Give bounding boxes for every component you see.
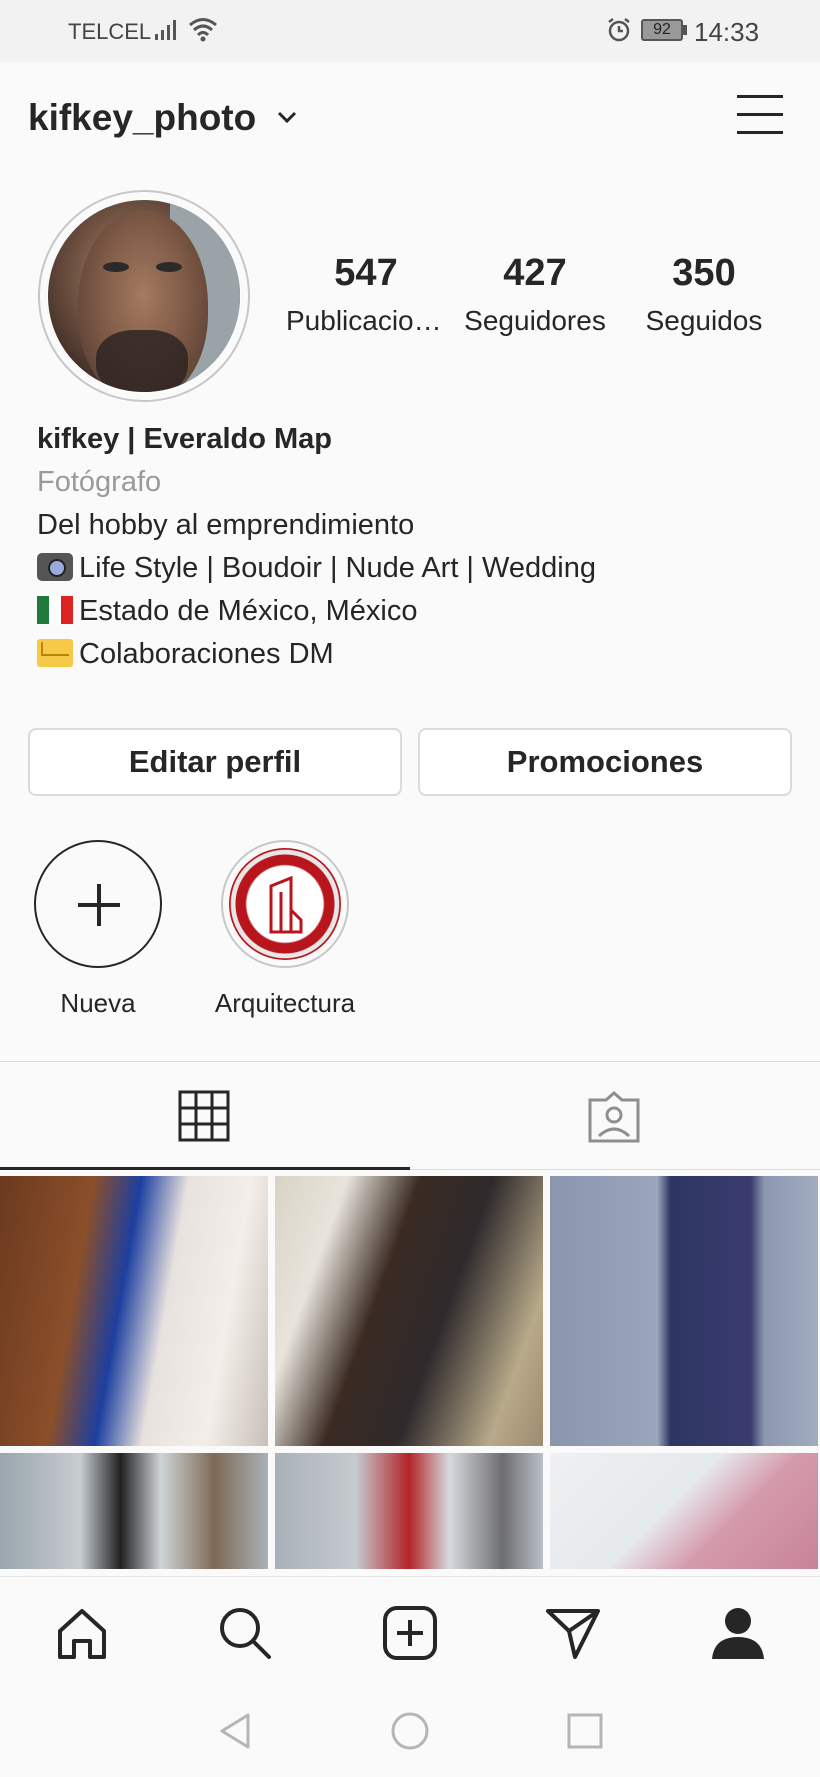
photo-thumbnail[interactable] <box>550 1176 818 1446</box>
posts-count: 547 <box>334 252 398 294</box>
status-time: 14:33 <box>694 17 760 47</box>
status-bar: TELCEL 92 14:33 <box>0 0 820 62</box>
photo-thumbnail[interactable] <box>0 1453 268 1569</box>
bio-line-text: Life Style | Boudoir | Nude Art | Weddin… <box>79 552 596 584</box>
bio-line-text: Colaboraciones DM <box>79 638 334 670</box>
highlight-new[interactable]: Nueva <box>18 840 178 1019</box>
bio-line: Estado de México, México <box>37 590 797 633</box>
tagged-photos-icon[interactable] <box>586 1090 642 1144</box>
stat-following[interactable]: 350 Seguidos <box>624 252 784 337</box>
recents-icon[interactable] <box>565 1711 605 1751</box>
profile-avatar[interactable] <box>38 190 250 402</box>
direct-message-icon[interactable] <box>543 1603 603 1663</box>
new-post-icon[interactable] <box>380 1603 440 1663</box>
full-name: kifkey | Everaldo Map <box>37 423 333 455</box>
new-highlight-circle <box>34 840 162 968</box>
following-count: 350 <box>672 252 736 294</box>
avatar-photo <box>48 200 240 392</box>
photo-thumbnail[interactable] <box>275 1176 543 1446</box>
building-icon <box>229 848 341 960</box>
highlight-label: Nueva <box>60 988 136 1018</box>
chevron-down-icon[interactable] <box>277 110 297 124</box>
highlight-arquitectura[interactable]: Arquitectura <box>205 840 365 1019</box>
alarm-icon <box>608 18 630 42</box>
promotions-button[interactable]: Promociones <box>418 728 792 796</box>
wifi-icon <box>189 18 217 42</box>
home-icon[interactable] <box>52 1603 112 1663</box>
photo-thumbnail[interactable] <box>550 1453 818 1569</box>
stat-posts[interactable]: 547 Publicaciones <box>286 252 446 337</box>
grid-icon[interactable] <box>178 1090 230 1142</box>
bottom-navigation <box>0 1576 820 1686</box>
bio-line: Colaboraciones DM <box>37 633 797 676</box>
followers-label: Seguidores <box>464 305 606 336</box>
profile-icon[interactable] <box>708 1603 768 1663</box>
photo-thumbnail[interactable] <box>0 1176 268 1446</box>
signal-icon <box>155 20 176 40</box>
tab-divider <box>410 1169 820 1170</box>
followers-count: 427 <box>503 252 567 294</box>
highlight-circle <box>221 840 349 968</box>
highlight-label: Arquitectura <box>214 988 356 1018</box>
photo-thumbnail[interactable] <box>275 1453 543 1569</box>
search-icon[interactable] <box>215 1603 275 1663</box>
stat-followers[interactable]: 427 Seguidores <box>455 252 615 337</box>
posts-label: Publicaciones <box>286 305 446 336</box>
profile-bio: kifkey | Everaldo Map Fotógrafo Del hobb… <box>37 418 797 676</box>
edit-profile-button[interactable]: Editar perfil <box>28 728 402 796</box>
home-circle-icon[interactable] <box>390 1711 430 1751</box>
account-switcher-username[interactable]: kifkey_photo <box>28 97 256 139</box>
following-label: Seguidos <box>645 305 763 336</box>
category-label: Fotógrafo <box>37 466 162 498</box>
carrier-name: TELCEL <box>68 19 152 44</box>
envelope-icon <box>37 639 73 667</box>
system-navigation-bar <box>0 1686 820 1777</box>
profile-header: kifkey_photo <box>0 62 820 174</box>
bio-line-text: Estado de México, México <box>79 595 418 627</box>
battery-indicator: 92 <box>641 19 683 41</box>
menu-button[interactable] <box>735 93 785 137</box>
battery-nub <box>683 25 687 35</box>
bio-line: Life Style | Boudoir | Nude Art | Weddin… <box>37 547 797 590</box>
active-tab-indicator <box>0 1167 410 1170</box>
profile-tabs <box>0 1062 820 1172</box>
bio-line: Del hobby al emprendimiento <box>37 509 415 541</box>
camera-icon <box>37 553 73 581</box>
back-icon[interactable] <box>216 1711 254 1751</box>
mexico-flag-icon <box>37 596 73 624</box>
